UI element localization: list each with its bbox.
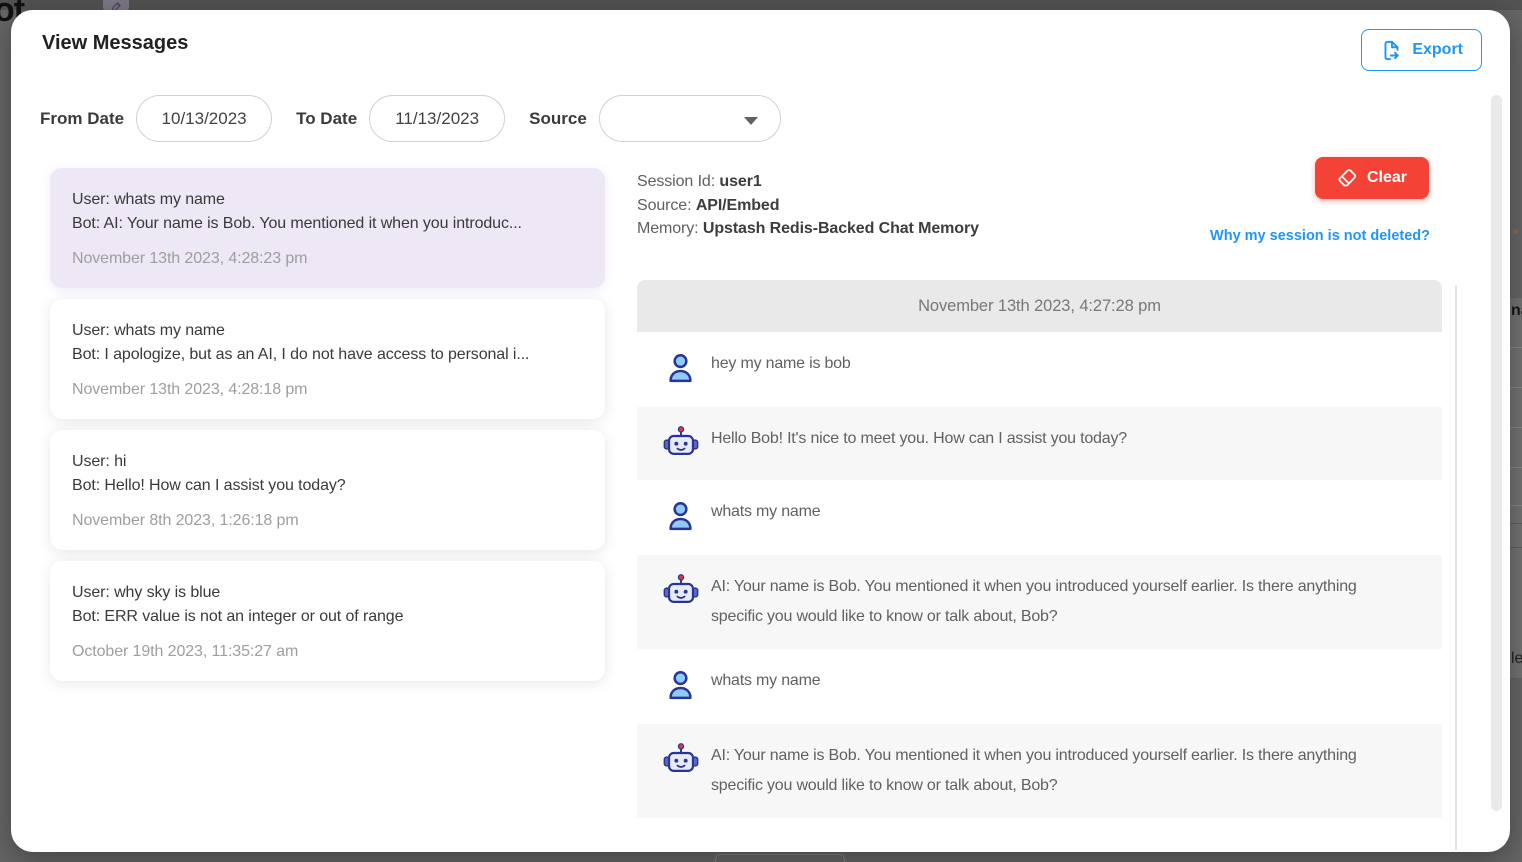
conversation-bot-line: Bot: I apologize, but as an AI, I do not… — [72, 343, 583, 367]
session-info: Session Id: user1 Source: API/Embed Memo… — [637, 170, 979, 241]
conversation-timestamp: November 8th 2023, 1:26:18 pm — [72, 512, 583, 530]
session-memory-value: Upstash Redis-Backed Chat Memory — [703, 220, 979, 237]
to-date-input[interactable]: 11/13/2023 — [369, 95, 505, 142]
conversation-user-line: User: whats my name — [72, 188, 583, 212]
chat-message-row: Hello Bob! It's nice to meet you. How ca… — [637, 407, 1442, 480]
bot-avatar-icon — [663, 742, 698, 780]
chat-date-header: November 13th 2023, 4:27:28 pm — [637, 280, 1442, 332]
source-label: Source — [529, 109, 587, 129]
chevron-down-icon — [744, 117, 758, 125]
conversation-timestamp: November 13th 2023, 4:28:23 pm — [72, 250, 583, 268]
chat-message-row: AI: Your name is Bob. You mentioned it w… — [637, 724, 1442, 818]
to-date-label: To Date — [296, 109, 357, 129]
chat-message-text: hey my name is bob — [711, 349, 851, 379]
chat-scrollbar-track[interactable] — [1455, 285, 1457, 850]
background-bottom-element — [715, 854, 845, 862]
conversation-card[interactable]: User: why sky is blue Bot: ERR value is … — [50, 561, 605, 681]
background-arrow-fragment: » — [1512, 224, 1519, 238]
from-date-input[interactable]: 10/13/2023 — [136, 95, 272, 142]
conversation-bot-line: Bot: Hello! How can I assist you today? — [72, 474, 583, 498]
chat-message-row: whats my name — [637, 480, 1442, 555]
conversation-card[interactable]: User: whats my name Bot: I apologize, bu… — [50, 299, 605, 419]
conversation-bot-line: Bot: ERR value is not an integer or out … — [72, 605, 583, 629]
user-avatar-icon — [663, 667, 698, 707]
chat-message-row: AI: Your name is Bob. You mentioned it w… — [637, 555, 1442, 649]
conversation-list: User: whats my name Bot: AI: Your name i… — [50, 168, 605, 692]
session-id-value: user1 — [719, 173, 761, 190]
chat-message-text: AI: Your name is Bob. You mentioned it w… — [711, 741, 1382, 801]
source-select[interactable] — [599, 95, 781, 142]
from-date-label: From Date — [40, 109, 124, 129]
export-button[interactable]: Export — [1361, 29, 1482, 71]
background-text-fragment-top: na — [1511, 302, 1522, 320]
chat-message-text: Hello Bob! It's nice to meet you. How ca… — [711, 424, 1127, 454]
export-file-icon — [1380, 39, 1403, 62]
session-source-value: API/Embed — [696, 197, 780, 214]
user-avatar-icon — [663, 350, 698, 390]
session-id-row: Session Id: user1 — [637, 170, 979, 194]
conversation-user-line: User: whats my name — [72, 319, 583, 343]
background-right-edge: » na le — [1510, 0, 1522, 862]
view-messages-dialog: View Messages Export From Date 10/13/202… — [11, 10, 1510, 852]
session-memory-row: Memory: Upstash Redis-Backed Chat Memory — [637, 217, 979, 241]
export-button-label: Export — [1412, 41, 1463, 59]
session-source-row: Source: API/Embed — [637, 194, 979, 218]
user-avatar-icon — [663, 498, 698, 538]
conversation-card[interactable]: User: whats my name Bot: AI: Your name i… — [50, 168, 605, 288]
conversation-timestamp: November 13th 2023, 4:28:18 pm — [72, 381, 583, 399]
session-not-deleted-link[interactable]: Why my session is not deleted? — [1210, 228, 1430, 244]
conversation-user-line: User: hi — [72, 450, 583, 474]
screen: ot » na le View Messages — [0, 0, 1522, 862]
chat-message-text: whats my name — [711, 666, 820, 696]
conversation-card[interactable]: User: hi Bot: Hello! How can I assist yo… — [50, 430, 605, 550]
filter-bar: From Date 10/13/2023 To Date 11/13/2023 … — [40, 95, 781, 142]
background-text-fragment-bottom: le — [1511, 650, 1522, 668]
chat-message-text: AI: Your name is Bob. You mentioned it w… — [711, 572, 1382, 632]
clear-button-label: Clear — [1367, 169, 1407, 187]
clear-button[interactable]: Clear — [1315, 157, 1429, 199]
chat-message-row: hey my name is bob — [637, 332, 1442, 407]
conversation-user-line: User: why sky is blue — [72, 581, 583, 605]
eraser-icon — [1337, 168, 1358, 189]
chat-transcript: November 13th 2023, 4:27:28 pm — [637, 280, 1442, 818]
conversation-timestamp: October 19th 2023, 11:35:27 am — [72, 643, 583, 661]
bot-avatar-icon — [663, 425, 698, 463]
conversation-bot-line: Bot: AI: Your name is Bob. You mentioned… — [72, 212, 583, 236]
chat-message-text: whats my name — [711, 497, 820, 527]
dialog-scrollbar[interactable] — [1491, 95, 1502, 811]
bot-avatar-icon — [663, 573, 698, 611]
dialog-title: View Messages — [42, 32, 188, 55]
background-header-strip — [0, 0, 1522, 10]
chat-message-row: whats my name — [637, 649, 1442, 724]
